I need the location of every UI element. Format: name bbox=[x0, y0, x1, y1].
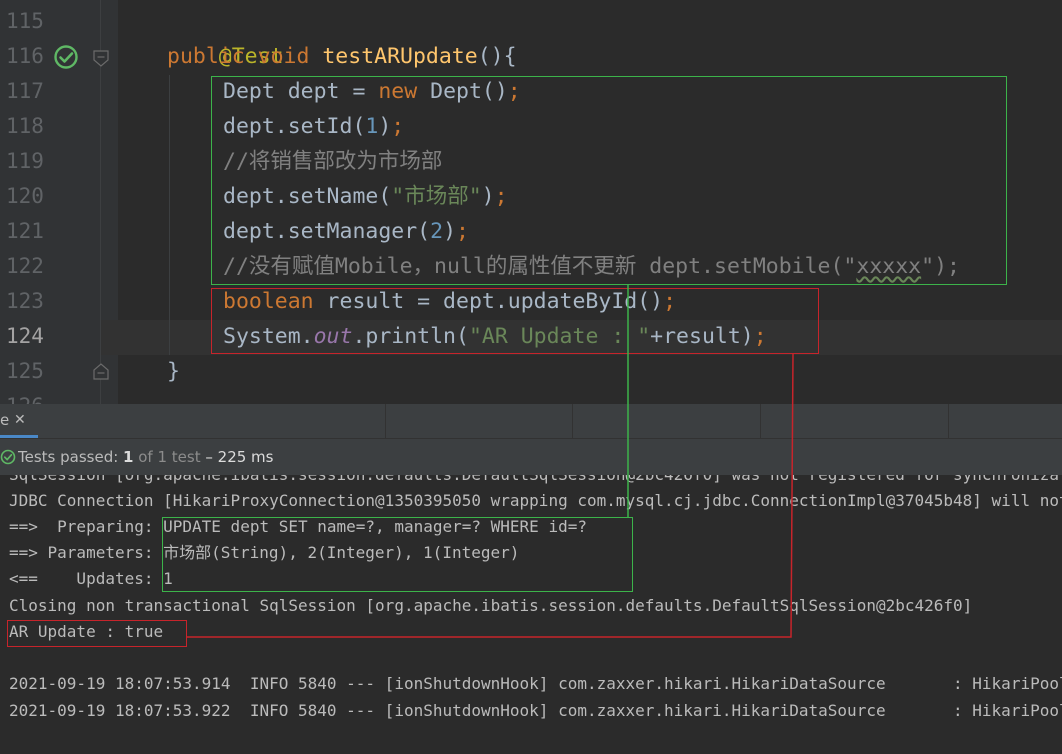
test-duration: – 225 ms bbox=[200, 448, 274, 466]
code-token: } bbox=[167, 359, 180, 384]
console-line: <== Updates: 1 bbox=[9, 569, 173, 588]
code-line-121[interactable]: dept.setManager(2); bbox=[223, 214, 469, 249]
keyword-token: public bbox=[167, 44, 245, 69]
check-circle-icon bbox=[0, 449, 16, 465]
fold-open-icon[interactable] bbox=[93, 50, 109, 68]
comment-token: "); bbox=[921, 254, 960, 279]
string-token: "AR Update : " bbox=[468, 324, 651, 349]
console-line: JDBC Connection [HikariProxyConnection@1… bbox=[9, 491, 1062, 510]
code-token: +result) bbox=[650, 324, 754, 349]
console-line: Closing non transactional SqlSession [or… bbox=[9, 596, 973, 615]
console-line: ==> Preparing: UPDATE dept SET name=?, m… bbox=[9, 517, 587, 536]
line-number: 120 bbox=[6, 184, 44, 208]
code-token: ) bbox=[443, 219, 457, 244]
line-number: 118 bbox=[6, 114, 44, 138]
tab-divider bbox=[948, 404, 949, 438]
code-line-119[interactable]: //将销售部改为市场部 bbox=[223, 144, 442, 179]
code-token: (){ bbox=[477, 44, 517, 69]
semicolon-token: ; bbox=[507, 79, 521, 104]
code-token: dept.setManager( bbox=[223, 219, 431, 244]
code-token: System. bbox=[223, 324, 314, 349]
method-name-token: testARUpdate bbox=[322, 44, 478, 69]
semicolon-token: ; bbox=[391, 114, 405, 139]
line-number: 115 bbox=[6, 9, 44, 33]
code-token: Dept bbox=[223, 79, 275, 104]
semicolon-token: ; bbox=[456, 219, 469, 244]
code-token: Dept() bbox=[417, 79, 508, 104]
console-line: 2021-09-19 18:07:53.922 INFO 5840 --- [i… bbox=[9, 701, 1062, 720]
typo-squiggle-token: xxxxx bbox=[856, 254, 922, 279]
code-line-123[interactable]: boolean result = dept.updateById(); bbox=[223, 284, 676, 319]
string-token: "市场部" bbox=[391, 184, 482, 209]
number-token: 1 bbox=[365, 114, 379, 139]
run-tab[interactable]: e ✕ bbox=[0, 404, 38, 438]
line-number: 117 bbox=[6, 79, 44, 103]
close-icon[interactable]: ✕ bbox=[14, 404, 26, 436]
semicolon-token: ; bbox=[663, 289, 677, 314]
tab-divider bbox=[760, 404, 761, 438]
tests-passed-count: 1 bbox=[123, 448, 134, 466]
run-panel-tabbar: e ✕ bbox=[0, 404, 1062, 439]
indent-guide bbox=[169, 75, 170, 355]
console-line: AR Update : true bbox=[9, 622, 164, 641]
run-tab-label: e bbox=[0, 411, 10, 429]
line-number-current: 124 bbox=[6, 324, 44, 348]
code-token: result = dept.updateById() bbox=[313, 289, 664, 314]
tests-passed-label: Tests passed: bbox=[18, 448, 124, 466]
console-output[interactable]: SqlSession [org.apache.ibatis.session.de… bbox=[0, 475, 1062, 754]
comment-token: //没有赋值Mobile，null的属性值不更新 dept.setMobile(… bbox=[223, 254, 857, 279]
code-token: .println( bbox=[352, 324, 469, 349]
code-token: dept = bbox=[274, 79, 379, 104]
code-token: dept.setName( bbox=[223, 184, 392, 209]
console-line: SqlSession [org.apache.ibatis.session.de… bbox=[9, 475, 1062, 488]
console-line: ==> Parameters: 市场部(String), 2(Integer),… bbox=[9, 543, 520, 562]
line-number: 126 bbox=[6, 389, 46, 404]
keyword-token: boolean bbox=[223, 289, 314, 314]
code-editor[interactable]: 115 116 117 118 119 120 121 122 123 124 … bbox=[0, 0, 1062, 404]
tab-divider bbox=[572, 404, 573, 438]
code-line-117[interactable]: Dept dept = new Dept(); bbox=[223, 74, 521, 109]
line-number: 125 bbox=[6, 359, 44, 383]
code-line-125[interactable]: } bbox=[167, 354, 180, 389]
semicolon-token: ; bbox=[753, 324, 767, 349]
line-number: 116 bbox=[6, 44, 44, 68]
tab-divider bbox=[385, 404, 386, 438]
console-line: 2021-09-19 18:07:53.914 INFO 5840 --- [i… bbox=[9, 674, 1062, 693]
code-token: ) bbox=[378, 114, 392, 139]
code-token: dept.setId( bbox=[223, 114, 366, 139]
code-line-122[interactable]: //没有赋值Mobile，null的属性值不更新 dept.setMobile(… bbox=[223, 249, 960, 284]
keyword-token: new bbox=[378, 79, 418, 104]
fold-close-icon[interactable] bbox=[93, 362, 109, 380]
code-line-115[interactable]: @Test bbox=[167, 4, 284, 69]
code-line-124[interactable]: System.out.println("AR Update : "+result… bbox=[223, 319, 767, 354]
code-line-120[interactable]: dept.setName("市场部"); bbox=[223, 179, 508, 214]
line-number: 123 bbox=[6, 289, 44, 313]
line-number: 121 bbox=[6, 219, 44, 243]
test-passed-run-icon[interactable] bbox=[53, 44, 79, 70]
code-line-118[interactable]: dept.setId(1); bbox=[223, 109, 404, 144]
tests-total-label: of 1 test bbox=[133, 448, 201, 466]
code-token: ) bbox=[481, 184, 495, 209]
semicolon-token: ; bbox=[494, 184, 508, 209]
test-status-bar: Tests passed: 1 of 1 test – 225 ms bbox=[0, 439, 1062, 475]
comment-token: //将销售部改为市场部 bbox=[223, 149, 443, 174]
keyword-token: void bbox=[257, 44, 310, 69]
code-line-116[interactable]: public void testARUpdate(){ bbox=[167, 39, 517, 74]
line-number: 122 bbox=[6, 254, 44, 278]
number-token: 2 bbox=[430, 219, 444, 244]
line-number: 119 bbox=[6, 149, 44, 173]
static-field-token: out bbox=[313, 324, 353, 349]
